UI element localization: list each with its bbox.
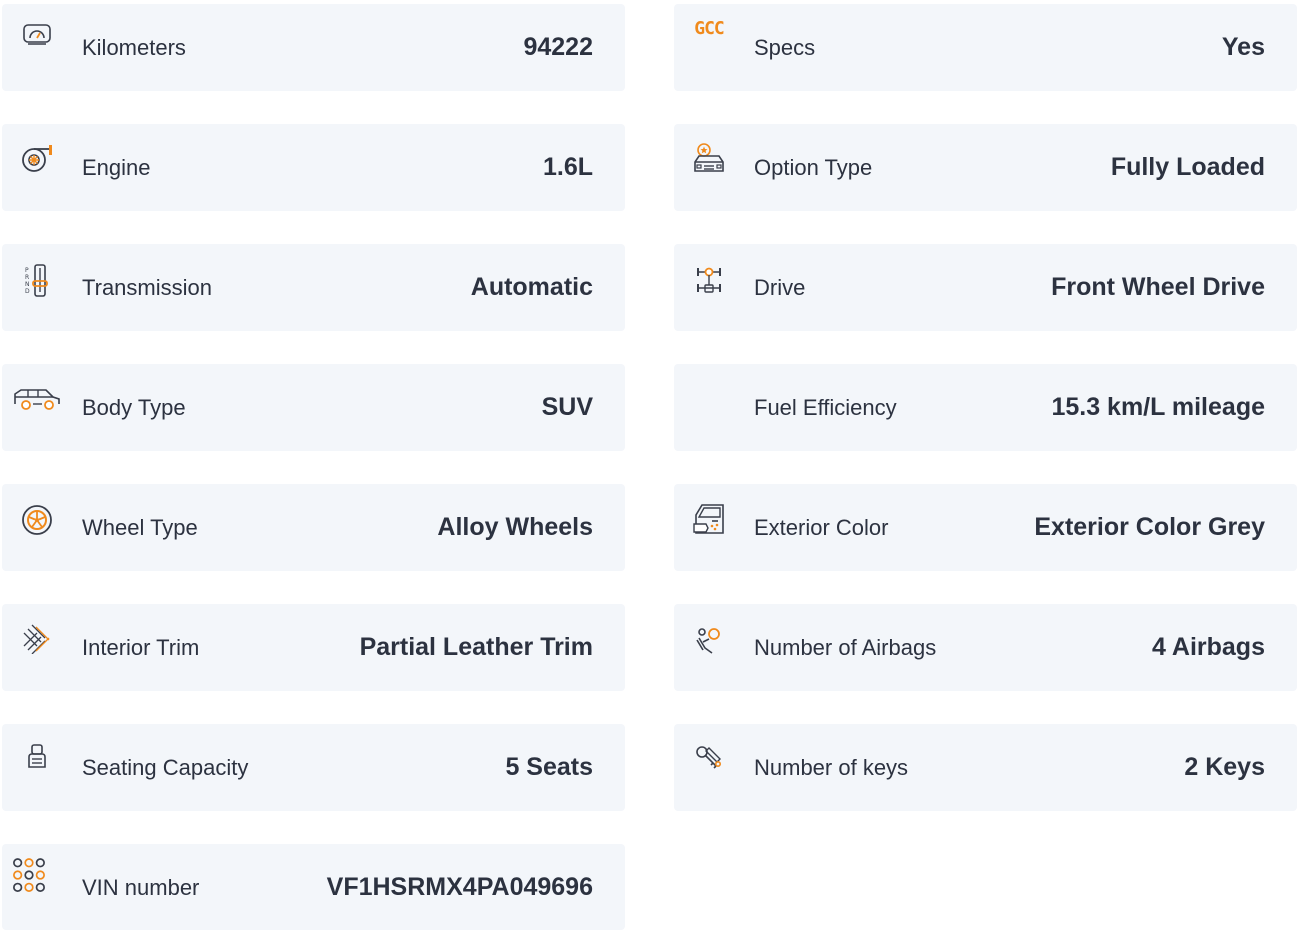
svg-text:D: D xyxy=(25,288,30,295)
spec-card-kilometers: Kilometers 94222 xyxy=(2,4,625,91)
spec-label: Transmission xyxy=(82,274,212,300)
spec-label: Kilometers xyxy=(82,34,186,60)
spec-card-transmission: P R N D Transmission Automatic xyxy=(2,244,625,331)
spec-value: Yes xyxy=(1221,33,1265,61)
spec-value: 94222 xyxy=(523,33,593,61)
alloy-wheel-icon xyxy=(20,504,54,538)
gcc-icon: GCC xyxy=(692,18,726,58)
spec-value: 1.6L xyxy=(542,153,593,181)
spec-value: SUV xyxy=(541,393,593,421)
spec-label: Exterior Color xyxy=(754,514,889,540)
leather-texture-icon xyxy=(20,624,54,658)
spec-label: Option Type xyxy=(754,154,873,180)
vin-dots-icon xyxy=(12,856,46,892)
spec-value: Front Wheel Drive xyxy=(1051,273,1265,301)
spec-card-body-type: Body Type SUV xyxy=(2,364,625,451)
spec-card-drive: Drive Front Wheel Drive xyxy=(674,244,1297,331)
car-star-icon xyxy=(692,142,726,176)
spec-card-number-of-keys: Number of keys 2 Keys xyxy=(674,724,1297,811)
spec-label: Drive xyxy=(754,274,806,300)
spec-value: Fully Loaded xyxy=(1110,153,1265,181)
spec-value: Automatic xyxy=(470,273,593,301)
spec-card-specs: GCC Specs Yes xyxy=(674,4,1297,91)
spec-value: 5 Seats xyxy=(505,753,593,781)
spec-card-wheel-type: Wheel Type Alloy Wheels xyxy=(2,484,625,571)
spec-card-fuel-efficiency: Fuel Efficiency 15.3 km/L mileage xyxy=(674,364,1297,451)
spec-card-seating-capacity: Seating Capacity 5 Seats xyxy=(2,724,625,811)
spec-label: VIN number xyxy=(82,874,200,900)
gcc-icon-text: GCC xyxy=(694,18,724,39)
spec-card-airbags: Number of Airbags 4 Airbags xyxy=(674,604,1297,691)
svg-text:R: R xyxy=(25,274,29,281)
car-door-paint-icon xyxy=(692,502,726,536)
spec-label: Wheel Type xyxy=(82,514,198,540)
spec-value: Partial Leather Trim xyxy=(359,633,593,661)
spec-label: Seating Capacity xyxy=(82,754,249,780)
spec-card-option-type: Option Type Fully Loaded xyxy=(674,124,1297,211)
spec-label: Fuel Efficiency xyxy=(754,394,897,420)
airbag-icon xyxy=(692,626,726,660)
spec-value: 15.3 km/L mileage xyxy=(1051,393,1265,421)
spec-value: 4 Airbags xyxy=(1151,633,1265,661)
svg-text:N: N xyxy=(25,281,30,288)
spec-card-exterior-color: Exterior Color Exterior Color Grey xyxy=(674,484,1297,571)
drivetrain-icon xyxy=(692,264,726,298)
spec-label: Number of Airbags xyxy=(754,634,937,660)
spec-value: Exterior Color Grey xyxy=(1034,513,1265,541)
car-seat-icon xyxy=(20,744,54,778)
spec-value: 2 Keys xyxy=(1184,753,1265,781)
svg-text:P: P xyxy=(25,267,29,274)
car-keys-icon xyxy=(692,744,726,778)
spec-label: Body Type xyxy=(82,394,186,420)
spec-value: Alloy Wheels xyxy=(437,513,593,541)
spec-card-interior-trim: Interior Trim Partial Leather Trim xyxy=(2,604,625,691)
speedometer-icon xyxy=(20,24,54,58)
spec-card-vin-number: VIN number VF1HSRMX4PA049696 xyxy=(2,844,625,930)
suv-car-icon xyxy=(12,388,62,422)
spec-label: Number of keys xyxy=(754,754,909,780)
vehicle-specs-grid: Kilometers 94222 Engine 1.6L P R N D Tra… xyxy=(0,0,1297,930)
gear-shifter-icon: P R N D xyxy=(20,264,54,298)
spec-label: Engine xyxy=(82,154,151,180)
spec-label: Specs xyxy=(754,34,816,60)
spec-value: VF1HSRMX4PA049696 xyxy=(326,873,593,901)
spec-label: Interior Trim xyxy=(82,634,200,660)
spec-card-engine: Engine 1.6L xyxy=(2,124,625,211)
turbo-engine-icon xyxy=(20,144,54,178)
